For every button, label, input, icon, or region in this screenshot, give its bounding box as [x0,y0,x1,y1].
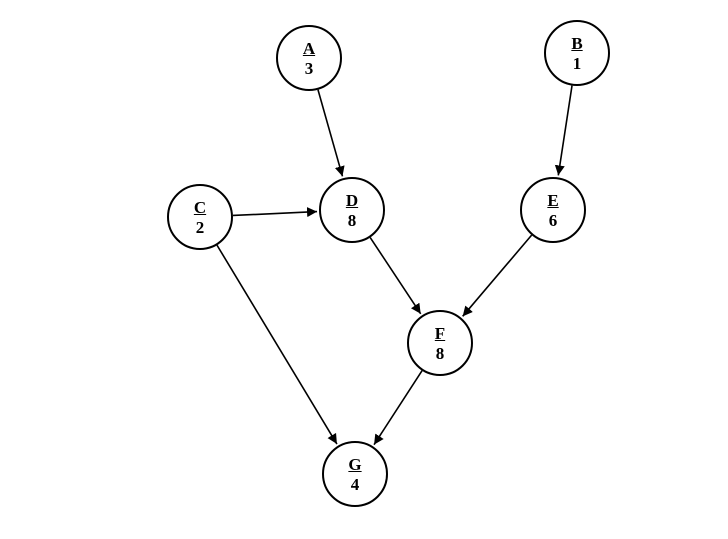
edge-F-G [374,371,422,445]
node-C-label: C [194,199,206,219]
node-A-value: 3 [305,60,314,77]
node-F-value: 8 [436,345,445,362]
node-D: D 8 [319,177,385,243]
node-E-value: 6 [549,212,558,229]
node-E: E 6 [520,177,586,243]
node-B-value: 1 [573,55,582,72]
node-E-label: E [547,192,558,212]
node-F: F 8 [407,310,473,376]
node-F-label: F [435,325,445,345]
node-D-value: 8 [348,212,357,229]
node-A-label: A [303,40,315,60]
edge-B-E [558,86,572,176]
node-C: C 2 [167,184,233,250]
edge-D-F [370,238,420,314]
edge-C-G [217,245,337,444]
graph-canvas: A 3 B 1 C 2 D 8 E 6 F 8 G 4 [0,0,728,539]
node-G-label: G [348,456,361,476]
node-B: B 1 [544,20,610,86]
node-G: G 4 [322,441,388,507]
edge-C-D [233,212,317,216]
edge-E-F [463,235,532,316]
node-D-label: D [346,192,358,212]
edge-A-D [318,90,342,177]
node-C-value: 2 [196,219,205,236]
node-A: A 3 [276,25,342,91]
node-B-label: B [571,35,582,55]
node-G-value: 4 [351,476,360,493]
